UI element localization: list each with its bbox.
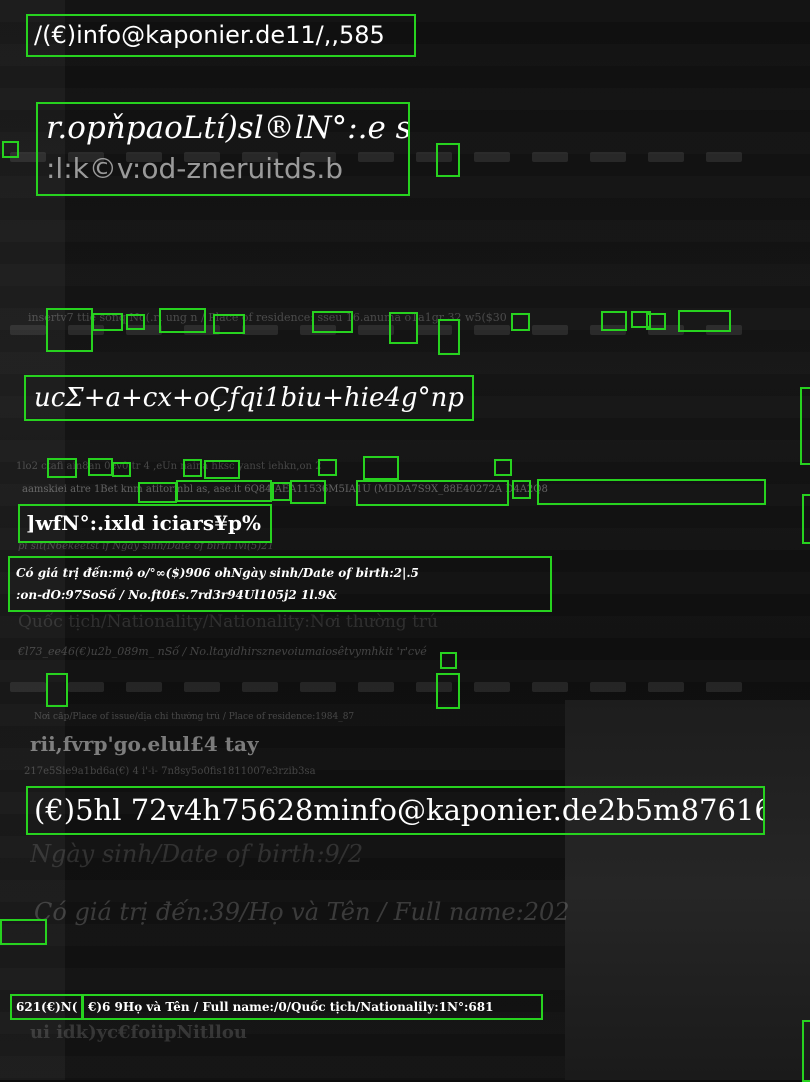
- detection-box: [436, 143, 460, 177]
- detection-box: [213, 314, 245, 334]
- ocr-footer-left: 621(€)N(: [10, 994, 83, 1020]
- detection-box: [389, 312, 418, 344]
- detection-box: [92, 313, 123, 331]
- background-pattern-row: [0, 682, 810, 696]
- detection-box: [800, 387, 810, 465]
- detection-box: [511, 313, 530, 331]
- background-text: Ngày sinh/Date of birth:9/2: [30, 840, 364, 868]
- detection-box: [176, 480, 272, 502]
- detection-box: [126, 314, 145, 330]
- ocr-email-top: /(€)info@kaponier.de11/,,585: [26, 14, 416, 57]
- detection-box: [47, 458, 77, 478]
- detection-box: [46, 673, 68, 707]
- detection-box: [312, 311, 353, 333]
- detection-box: [802, 494, 810, 544]
- ocr-validity-line: Có giá trị đến:mộ o/°∞($)906 ohNgày sinh…: [16, 566, 419, 580]
- detection-box: [802, 1020, 810, 1082]
- detection-box: [290, 480, 326, 504]
- detection-box: [438, 319, 460, 355]
- ocr-number-line: :on-dO:97SoSố / No.ft0£s.7rd3r94Ul105j2 …: [16, 588, 338, 602]
- detection-box: [440, 652, 457, 669]
- background-text: Quốc tịch/Nationality/Nationality:Nơi th…: [18, 612, 439, 632]
- detection-box: [512, 480, 531, 499]
- detection-box: [138, 482, 177, 503]
- detection-box: [601, 311, 627, 331]
- detection-box: [678, 310, 731, 332]
- ocr-validity-block: Có giá trị đến:mộ o/°∞($)906 ohNgày sinh…: [8, 556, 552, 612]
- detection-box: [436, 673, 460, 709]
- ocr-title-block: r.opňpaoLtí)sl®lN°:.e se :l:k©v:od-zneru…: [36, 102, 410, 196]
- background-text: Có giá trị đến:39/Họ và Tên / Full name:…: [34, 898, 570, 926]
- background-text: rii,fvrp'go.elul£4 tay: [30, 732, 259, 756]
- detection-box: [537, 479, 766, 505]
- ocr-bold-line: ]wfN°:.ixld iciars¥p%: [18, 504, 272, 543]
- detection-box: [363, 456, 399, 480]
- ocr-italic-line: ucΣ+a+cx+oÇfqi1biu+hie4g°np: [24, 375, 474, 421]
- detection-box: [112, 462, 131, 477]
- ocr-footer-right: €)6 9Họ và Tên / Full name:/0/Quốc tịch/…: [82, 994, 543, 1020]
- ocr-title-line: r.opňpaoLtí)sl®lN°:.e se: [46, 110, 410, 146]
- detection-box: [159, 308, 206, 333]
- background-text: Nơi cấp/Place of issue/dịa chỉ thường tr…: [34, 712, 355, 722]
- detection-box: [272, 482, 291, 501]
- background-text: 217e5Sie9a1bd6a(€) 4 i'-i- 7n8sy5o0fis18…: [24, 766, 316, 777]
- detection-box: [88, 458, 113, 476]
- detection-box: [204, 460, 240, 479]
- detection-box: [46, 308, 93, 352]
- detection-box: [356, 480, 509, 506]
- ocr-title-subline: :l:k©v:od-zneruitds.b: [46, 152, 344, 185]
- background-text: ui idk)yc€foiipNitllou: [30, 1022, 247, 1043]
- detection-box: [494, 459, 512, 476]
- detection-box: [646, 313, 666, 330]
- detection-box: [183, 459, 202, 477]
- background-text: €l73_ee46(€)u2b_089m_ nSố / No.ltayidhir…: [18, 645, 427, 658]
- background-panel: [565, 700, 810, 1080]
- ocr-email-bottom: (€)5hl 72v4h75628minfo@kaponier.de2b5m87…: [26, 786, 765, 835]
- detection-box: [318, 459, 337, 476]
- detection-box: [2, 141, 19, 158]
- detection-box: [0, 919, 47, 945]
